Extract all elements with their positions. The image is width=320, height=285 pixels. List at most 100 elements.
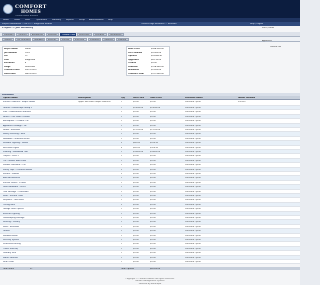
row-total-price: $0.00: [150, 168, 156, 171]
tab-documents[interactable]: Documents: [108, 32, 124, 37]
subtab-plumbing[interactable]: Plumbing: [88, 37, 101, 42]
row-total-price: $0.00: [150, 124, 156, 127]
field-label: Job Number: [4, 51, 18, 54]
row-option-name[interactable]: Exterior Lighting: [3, 213, 20, 215]
subtab-cabinets[interactable]: Cabinets: [102, 37, 115, 42]
row-option-name[interactable]: Recessed Lights: [3, 147, 19, 149]
col-header-notes[interactable]: Selection Notes: [185, 97, 203, 99]
col-header-name[interactable]: Option Name: [3, 97, 18, 99]
row-unit-price: $0.00: [133, 217, 139, 219]
row-option-name[interactable]: Appliance Package - GE: [3, 125, 27, 127]
row-qty: 2: [121, 203, 123, 206]
row-option-name[interactable]: Tile - Master Bath Floor: [3, 160, 26, 162]
col-header-install-location[interactable]: Install Location: [238, 97, 255, 99]
row-option-name[interactable]: Security System: [3, 239, 19, 241]
nav-item-administration[interactable]: Administration: [89, 19, 104, 21]
row-notes: Standard Option: [185, 107, 202, 109]
subtab-lot-premiums[interactable]: Lot Premiums: [15, 37, 31, 42]
tab-estimate[interactable]: Estimate: [46, 32, 59, 37]
row-option-name[interactable]: Faucet - Pull Down Chrome: [3, 116, 30, 118]
col-header-unit-price[interactable]: Unit Price: [133, 97, 144, 99]
row-option-name[interactable]: Carpet - Level 2: [3, 155, 19, 157]
nav-item-sales[interactable]: Sales: [25, 19, 30, 21]
row-option-name[interactable]: Patio - Extended: [3, 226, 19, 228]
nav-item-home[interactable]: Home: [3, 19, 9, 21]
page-actions[interactable]: Print | Email: [262, 27, 274, 29]
row-option-name[interactable]: Island - Extended: [3, 129, 20, 131]
subtab-flooring[interactable]: Flooring: [116, 37, 129, 42]
row-option-name[interactable]: Structured Wiring: [3, 243, 21, 245]
field-value: $0.00: [151, 62, 157, 64]
row-option-name[interactable]: Pantry Shelving - Wire: [3, 133, 25, 135]
row-option-name[interactable]: Door Hardware - Lever: [3, 186, 26, 188]
nav-item-setup[interactable]: Setup: [79, 19, 85, 21]
row-option-name[interactable]: Fireplace - Gas Insert: [3, 199, 24, 201]
subtab-interior[interactable]: Interior: [60, 37, 72, 42]
row-option-name[interactable]: Gutters: [3, 230, 10, 232]
tab-summary[interactable]: Summary: [2, 32, 15, 37]
row-option-name[interactable]: Ceiling Fans: [3, 204, 15, 206]
row-unit-price: $0.00: [133, 133, 139, 136]
field-value: 1021: [25, 51, 31, 54]
row-option-name[interactable]: Sink - Undermount Stainless: [3, 111, 31, 113]
row-option-name[interactable]: Garage Door Opener: [3, 208, 24, 210]
row-option-name[interactable]: Trim Package - Craftsman: [3, 191, 29, 193]
row-total-price: $255.00: [150, 142, 159, 145]
row-unit-price: $0.00: [133, 190, 139, 193]
row-unit-price: $0.00: [133, 195, 139, 197]
tab-change-orders[interactable]: Change Orders: [60, 32, 76, 37]
row-option-name[interactable]: Pendant Lighting - Island: [3, 142, 28, 144]
subtab-exterior[interactable]: Exterior: [46, 37, 59, 42]
row-option-name[interactable]: Interior Doors - 2 Panel: [3, 182, 26, 184]
row-option-name[interactable]: Kitchen Cabinets - Maple Shaker: [3, 101, 35, 103]
tab-contract[interactable]: Contract: [16, 32, 29, 37]
row-option-name[interactable]: Window Blinds: [3, 235, 18, 237]
row-total-price: $0.00: [150, 247, 156, 250]
brand-tagline: Custom Home Builders: [15, 15, 38, 17]
row-option-name[interactable]: Final Clean: [3, 261, 14, 263]
row-option-name[interactable]: Vanity Tops - Cultured Marble: [3, 169, 32, 171]
row-option-name[interactable]: Closet Shelving: [3, 248, 18, 250]
tab-allowances[interactable]: Allowances: [30, 32, 45, 37]
row-unit-price: $2,450.00: [133, 107, 144, 109]
subtab-options[interactable]: Options: [2, 37, 14, 42]
row-option-name[interactable]: Backsplash - Ceramic Tile: [3, 120, 29, 122]
footer-powered-by[interactable]: Powered by BuildTopia: [0, 283, 300, 285]
row-option-name[interactable]: Water Softener: [3, 257, 18, 259]
field-label: Elevation: [4, 62, 15, 64]
nav-item-reports[interactable]: Reports: [66, 19, 74, 21]
row-option-name[interactable]: Hardware - Brushed Nickel: [3, 138, 30, 140]
row-option-name[interactable]: Paint - Interior Color: [3, 195, 23, 197]
table-row[interactable]: Final Clean 1 $0.00 $0.00 Standard Option: [0, 260, 300, 265]
tab-schedule[interactable]: Schedule: [93, 32, 107, 37]
subtab-electrical[interactable]: Electrical: [73, 37, 87, 42]
row-qty: 1: [121, 212, 123, 215]
nav-item-warranty[interactable]: Warranty: [52, 19, 61, 21]
row-qty: 1: [121, 256, 123, 259]
row-option-name[interactable]: Laundry Sink: [3, 252, 16, 254]
field-label: Contract Total: [128, 72, 144, 75]
nav-item-operations[interactable]: Operations: [36, 19, 47, 21]
row-option-name[interactable]: Landscaping Package: [3, 217, 25, 219]
row-total-price: $0.00: [150, 217, 156, 219]
col-header-qty[interactable]: Qty: [121, 97, 125, 99]
tab-selections[interactable]: Selections: [77, 32, 92, 37]
col-header-description[interactable]: Description: [78, 97, 91, 99]
company-logo-icon[interactable]: [3, 4, 13, 14]
row-option-name[interactable]: Granite Countertops Group 2: [3, 107, 32, 109]
row-option-name[interactable]: Bath Accessories: [3, 177, 20, 179]
row-qty: 1: [121, 137, 123, 140]
row-unit-price: $0.00: [133, 115, 139, 118]
row-total-price: $0.00: [150, 186, 156, 189]
row-option-name[interactable]: Mirrors - Framed: [3, 173, 19, 175]
subtab-upgrades[interactable]: Upgrades: [32, 37, 45, 42]
row-option-name[interactable]: Shower Surround - Tile: [3, 164, 26, 166]
nav-item-leads[interactable]: Leads: [14, 19, 20, 21]
nav-item-help[interactable]: Help: [108, 19, 113, 21]
user-links[interactable]: Help | Logout: [250, 23, 263, 25]
row-option-name[interactable]: Flooring - Hardwood Oak: [3, 151, 28, 153]
col-header-total-price[interactable]: Total Price: [150, 97, 162, 99]
row-option-name[interactable]: Fencing - Privacy: [3, 221, 20, 223]
row-unit-price: $0.00: [133, 111, 139, 114]
row-qty: 1: [121, 199, 123, 202]
